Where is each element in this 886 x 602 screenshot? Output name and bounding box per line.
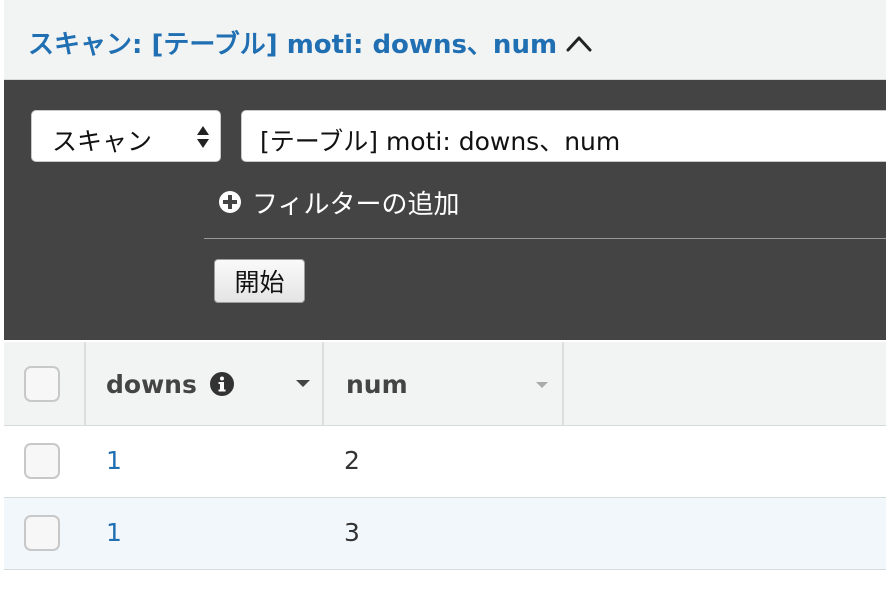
page-title: スキャン: [テーブル] moti: downs、num	[28, 30, 558, 60]
sort-caret-down-icon[interactable]	[296, 380, 310, 387]
cell-downs[interactable]: 1	[106, 518, 122, 547]
plus-circle-icon	[218, 190, 242, 214]
row-checkbox[interactable]	[24, 515, 60, 551]
add-filter-button[interactable]: フィルターの追加	[218, 185, 460, 220]
column-separator	[562, 342, 564, 426]
scan-mode-select[interactable]: スキャン	[31, 110, 221, 162]
table-row[interactable]: 1 3	[4, 498, 886, 570]
cell-downs[interactable]: 1	[106, 446, 122, 475]
row-checkbox[interactable]	[24, 443, 60, 479]
sort-caret-down-icon[interactable]	[536, 382, 548, 388]
column-separator	[84, 342, 86, 426]
panel-divider	[204, 238, 886, 239]
add-filter-label: フィルターの追加	[252, 189, 460, 220]
info-icon[interactable]	[209, 371, 235, 397]
cell-num: 3	[344, 518, 360, 547]
scan-mode-value: スキャン	[52, 127, 153, 156]
scan-target-select[interactable]: [テーブル] moti: downs、num	[241, 110, 886, 162]
column-header-downs[interactable]: downs	[106, 342, 322, 426]
table-header: downs num	[4, 342, 886, 426]
cell-num: 2	[344, 446, 360, 475]
scan-target-value: [テーブル] moti: downs、num	[260, 127, 621, 156]
table-row[interactable]: 1 2	[4, 426, 886, 498]
chevron-up-icon[interactable]	[564, 30, 594, 56]
start-button[interactable]: 開始	[214, 259, 305, 303]
scan-header: スキャン: [テーブル] moti: downs、num	[4, 0, 886, 80]
column-label-downs: downs	[106, 369, 197, 399]
dynamodb-scan-page: スキャン: [テーブル] moti: downs、num スキャン [テーブル]…	[0, 0, 886, 602]
column-header-num[interactable]: num	[346, 342, 556, 426]
select-arrows-icon	[196, 125, 210, 149]
scan-panel: スキャン [テーブル] moti: downs、num フィルターの追加 開始	[4, 80, 886, 340]
select-all-checkbox[interactable]	[24, 366, 60, 402]
column-separator	[322, 342, 324, 426]
column-label-num: num	[346, 369, 408, 399]
